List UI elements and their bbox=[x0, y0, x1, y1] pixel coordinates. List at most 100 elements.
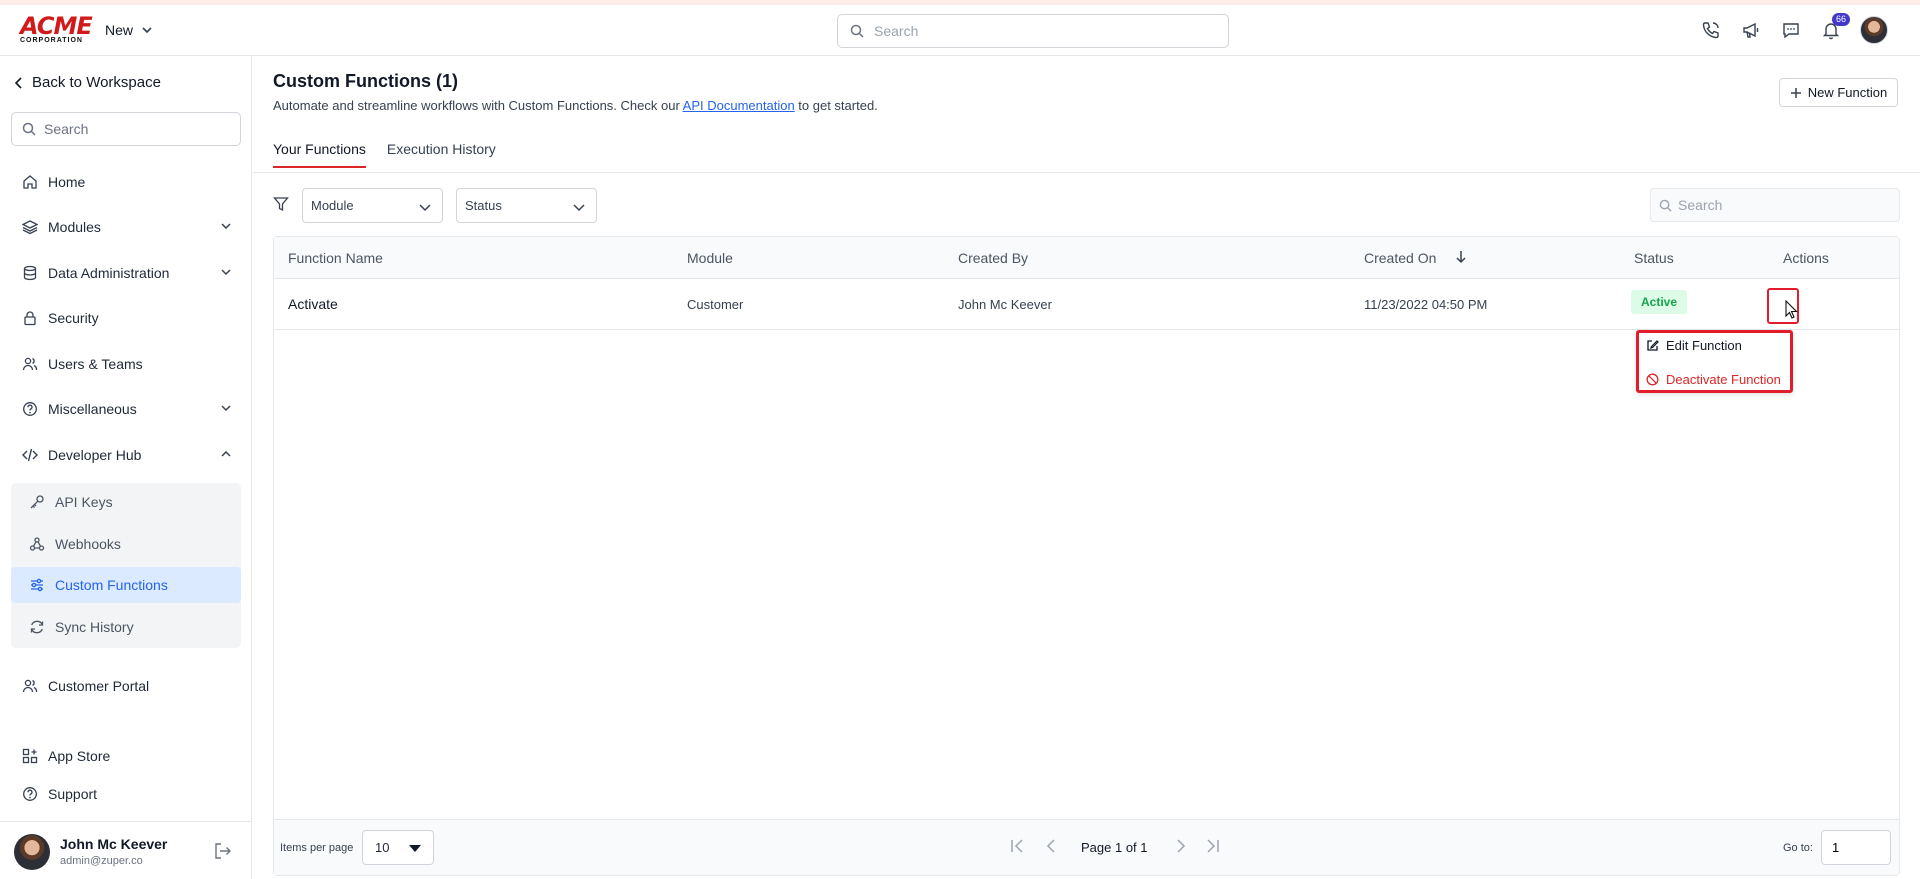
user-name: John Mc Keever bbox=[60, 836, 168, 852]
status-badge: Active bbox=[1631, 290, 1688, 314]
tab-your-functions[interactable]: Your Functions bbox=[273, 141, 366, 168]
top-icon-group: 66 bbox=[1700, 13, 1888, 44]
sidebar-item-sync-history[interactable]: Sync History bbox=[29, 609, 229, 645]
webhook-icon bbox=[29, 537, 45, 551]
page-description: Automate and streamline workflows with C… bbox=[273, 98, 878, 113]
sidebar-item-api-keys[interactable]: API Keys bbox=[29, 484, 229, 520]
status-filter-label: Status bbox=[465, 198, 502, 213]
chevron-left-icon bbox=[14, 76, 22, 89]
search-icon bbox=[850, 24, 864, 38]
back-to-workspace-link[interactable]: Back to Workspace bbox=[14, 74, 161, 91]
next-page-icon[interactable] bbox=[1174, 838, 1188, 854]
search-icon bbox=[1659, 199, 1672, 212]
new-function-button[interactable]: New Function bbox=[1779, 78, 1898, 107]
tab-divider bbox=[253, 172, 1920, 173]
sidebar-item-label: Users & Teams bbox=[48, 356, 143, 372]
phone-icon[interactable] bbox=[1700, 19, 1722, 41]
row-actions-menu: Edit Function Deactivate Function bbox=[1636, 330, 1793, 393]
sidebar-item-label: Customer Portal bbox=[48, 678, 150, 694]
filter-bar: Module Status bbox=[273, 188, 1900, 224]
status-filter-select[interactable]: Status bbox=[456, 188, 597, 223]
code-icon bbox=[22, 448, 38, 462]
module-filter-select[interactable]: Module bbox=[302, 188, 443, 223]
sidebar-item-label: Modules bbox=[48, 219, 101, 235]
sidebar-item-security[interactable]: Security bbox=[22, 303, 232, 333]
functions-table: Function Name Module Created By Created … bbox=[273, 236, 1900, 876]
first-page-icon[interactable] bbox=[1009, 838, 1027, 854]
column-header-created-on[interactable]: Created On bbox=[1364, 250, 1436, 266]
column-header-module[interactable]: Module bbox=[687, 250, 733, 266]
sidebar-item-label: Miscellaneous bbox=[48, 401, 137, 417]
sidebar-item-custom-functions[interactable]: Custom Functions bbox=[11, 567, 241, 603]
sidebar-item-webhooks[interactable]: Webhooks bbox=[29, 526, 229, 562]
top-bar: ACME CORPORATION New 66 bbox=[0, 5, 1920, 56]
bell-icon[interactable]: 66 bbox=[1820, 13, 1850, 41]
chevron-down-icon bbox=[221, 269, 231, 276]
user-avatar[interactable] bbox=[1860, 16, 1888, 44]
goto-page-input[interactable] bbox=[1821, 830, 1891, 865]
sidebar-item-support[interactable]: Support bbox=[22, 779, 232, 809]
sidebar-item-label: Sync History bbox=[55, 619, 134, 635]
sidebar-search[interactable] bbox=[11, 112, 241, 146]
deactivate-function-label: Deactivate Function bbox=[1666, 372, 1781, 387]
column-header-function-name[interactable]: Function Name bbox=[288, 250, 383, 266]
chevron-down-icon bbox=[142, 27, 152, 34]
chat-icon[interactable] bbox=[1780, 19, 1802, 41]
sidebar-item-home[interactable]: Home bbox=[22, 167, 232, 197]
prev-page-icon[interactable] bbox=[1044, 838, 1058, 854]
tab-execution-history[interactable]: Execution History bbox=[387, 141, 496, 168]
sidebar-item-developer-hub[interactable]: Developer Hub bbox=[22, 440, 232, 470]
sidebar-item-modules[interactable]: Modules bbox=[22, 212, 232, 242]
sidebar: Back to Workspace Home Modules Data Admi… bbox=[0, 56, 252, 879]
table-search[interactable] bbox=[1650, 188, 1900, 222]
edit-function-menu-item[interactable]: Edit Function bbox=[1646, 338, 1742, 353]
table-row[interactable]: Activate Customer John Mc Keever 11/23/2… bbox=[274, 279, 1899, 330]
sidebar-item-data-administration[interactable]: Data Administration bbox=[22, 258, 232, 288]
created-by-cell: John Mc Keever bbox=[958, 297, 1052, 312]
sidebar-item-label: API Keys bbox=[55, 494, 113, 510]
chevron-down-icon bbox=[221, 405, 231, 412]
megaphone-icon[interactable] bbox=[1740, 19, 1762, 41]
global-search-input[interactable] bbox=[874, 23, 1204, 39]
function-name-cell[interactable]: Activate bbox=[288, 296, 338, 312]
items-per-page-select[interactable]: 10 bbox=[362, 830, 434, 865]
new-menu-button[interactable]: New bbox=[105, 22, 153, 38]
sidebar-item-label: Data Administration bbox=[48, 265, 170, 281]
chevron-down-icon bbox=[573, 204, 585, 212]
user-email: admin@zuper.co bbox=[60, 855, 143, 867]
table-search-input[interactable] bbox=[1678, 197, 1888, 213]
users-icon bbox=[22, 357, 38, 371]
page-title: Custom Functions (1) bbox=[273, 71, 458, 91]
company-logo[interactable]: ACME CORPORATION bbox=[20, 14, 93, 47]
logout-icon[interactable] bbox=[214, 842, 232, 860]
sidebar-item-app-store[interactable]: App Store bbox=[22, 741, 232, 771]
lock-icon bbox=[24, 311, 36, 326]
sidebar-item-label: Home bbox=[48, 174, 86, 190]
deactivate-function-menu-item[interactable]: Deactivate Function bbox=[1646, 372, 1781, 387]
current-user: John Mc Keever admin@zuper.co bbox=[0, 821, 252, 879]
column-header-created-by[interactable]: Created By bbox=[958, 250, 1028, 266]
module-cell: Customer bbox=[687, 297, 744, 312]
back-label: Back to Workspace bbox=[32, 74, 161, 91]
sidebar-item-label: App Store bbox=[48, 748, 111, 764]
help-circle-icon bbox=[23, 402, 37, 416]
sidebar-item-miscellaneous[interactable]: Miscellaneous bbox=[22, 394, 232, 424]
sidebar-item-users-teams[interactable]: Users & Teams bbox=[22, 349, 232, 379]
refresh-icon bbox=[30, 620, 44, 634]
sliders-icon bbox=[31, 578, 43, 592]
sidebar-item-customer-portal[interactable]: Customer Portal bbox=[22, 671, 232, 701]
pagination-bar: Items per page 10 Page 1 of 1 Go to: bbox=[274, 819, 1899, 875]
filter-icon[interactable] bbox=[273, 196, 289, 212]
home-icon bbox=[23, 175, 37, 189]
caret-down-icon bbox=[409, 845, 421, 852]
sidebar-search-input[interactable] bbox=[44, 121, 234, 137]
sidebar-item-label: Support bbox=[48, 786, 98, 802]
sidebar-item-label: Security bbox=[48, 310, 99, 326]
last-page-icon[interactable] bbox=[1203, 838, 1221, 854]
sort-arrow-down-icon[interactable] bbox=[1455, 250, 1467, 264]
column-header-status[interactable]: Status bbox=[1634, 250, 1674, 266]
avatar[interactable] bbox=[14, 834, 50, 870]
global-search[interactable] bbox=[837, 14, 1229, 48]
api-documentation-link[interactable]: API Documentation bbox=[683, 98, 795, 113]
chevron-down-icon bbox=[221, 223, 231, 230]
